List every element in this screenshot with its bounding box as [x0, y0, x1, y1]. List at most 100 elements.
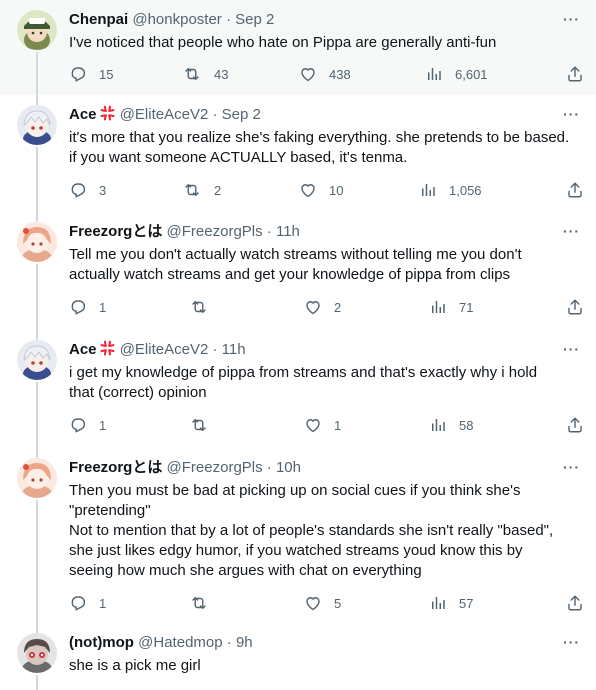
thread-connector-line: [36, 382, 38, 448]
thread-connector-line: [36, 264, 38, 330]
timestamp[interactable]: 9h: [236, 634, 253, 651]
like-button[interactable]: 2: [304, 297, 341, 317]
tweet[interactable]: Freezorgとは @FreezorgPls · 10h ··· Then y…: [0, 448, 596, 625]
like-count: 2: [334, 299, 342, 315]
like-button[interactable]: 10: [299, 180, 343, 200]
reply-button[interactable]: 1: [69, 415, 106, 435]
timestamp[interactable]: 10h: [276, 459, 301, 476]
views-button[interactable]: 1,056: [419, 180, 482, 200]
tweet[interactable]: Freezorgとは @FreezorgPls · 11h ··· Tell m…: [0, 212, 596, 330]
more-icon[interactable]: ···: [563, 107, 580, 121]
avatar[interactable]: [17, 340, 57, 380]
thread-connector-line: [36, 95, 38, 105]
like-icon: [301, 68, 315, 82]
timestamp[interactable]: 11h: [222, 341, 246, 358]
more-icon[interactable]: ···: [563, 342, 580, 356]
share-icon: [568, 182, 582, 198]
reply-button[interactable]: 15: [69, 64, 113, 84]
views-button[interactable]: 71: [429, 297, 473, 317]
display-name[interactable]: Ace: [69, 106, 97, 123]
like-icon: [306, 597, 320, 611]
separator-dot: ·: [212, 106, 218, 123]
reply-count: 1: [99, 595, 107, 611]
user-handle[interactable]: @Hatedmop: [138, 634, 222, 651]
like-icon: [306, 419, 320, 433]
more-icon[interactable]: ···: [563, 460, 580, 474]
tweet-header: Freezorgとは @FreezorgPls · 11h: [69, 222, 300, 242]
avatar[interactable]: [17, 222, 57, 262]
more-icon[interactable]: ···: [563, 224, 580, 238]
retweet-icon: [185, 184, 199, 196]
avatar[interactable]: [17, 10, 57, 50]
views-button[interactable]: 57: [429, 593, 473, 613]
reply-button[interactable]: 3: [69, 180, 106, 200]
user-handle[interactable]: @honkposter: [132, 11, 221, 28]
reply-count: 3: [99, 182, 107, 198]
reply-icon: [71, 300, 86, 315]
user-handle[interactable]: @FreezorgPls: [167, 459, 263, 476]
like-count: 438: [329, 66, 351, 82]
reply-icon: [71, 418, 86, 433]
retweet-button[interactable]: 43: [182, 64, 228, 84]
views-count: 57: [459, 595, 474, 611]
display-name[interactable]: Chenpai: [69, 11, 128, 28]
display-name[interactable]: Freezorgとは: [69, 459, 162, 476]
avatar[interactable]: [17, 105, 57, 145]
views-button[interactable]: 58: [429, 415, 473, 435]
thread-connector-line: [36, 625, 38, 633]
share-button[interactable]: [566, 593, 584, 613]
tweet[interactable]: (not)mop @Hatedmop · 9h ··· she is a pic…: [0, 625, 596, 690]
reply-button[interactable]: 1: [69, 297, 106, 317]
display-name[interactable]: Ace: [69, 341, 97, 358]
views-icon: [428, 68, 441, 80]
tweet-header: Ace @EliteAceV2 · Sep 2: [69, 105, 261, 125]
tweet[interactable]: Chenpai @honkposter · Sep 2 ··· I've not…: [0, 0, 596, 95]
share-button[interactable]: [566, 415, 584, 435]
thread-connector-line: [36, 212, 38, 222]
share-button[interactable]: [566, 180, 584, 200]
retweet-button[interactable]: [189, 415, 209, 435]
views-icon: [432, 597, 445, 609]
reply-count: 15: [99, 66, 114, 82]
anger-emoji-icon: [100, 340, 115, 356]
tweet[interactable]: Ace @EliteAceV2 · 11h ··· i get my knowl…: [0, 330, 596, 448]
user-handle[interactable]: @EliteAceV2: [120, 106, 209, 123]
user-handle[interactable]: @FreezorgPls: [167, 223, 263, 240]
tweet-actions: 1 1 58: [69, 415, 584, 435]
tweet-text: she is a pick me girl: [69, 657, 201, 674]
separator-dot: ·: [212, 341, 218, 358]
more-icon[interactable]: ···: [563, 12, 580, 26]
retweet-icon: [192, 301, 206, 313]
like-button[interactable]: 1: [304, 415, 341, 435]
display-name[interactable]: Freezorgとは: [69, 223, 162, 240]
like-count: 1: [334, 417, 342, 433]
timestamp[interactable]: 11h: [276, 223, 300, 240]
like-button[interactable]: 438: [299, 64, 351, 84]
timestamp[interactable]: Sep 2: [222, 106, 261, 123]
thread-connector-line: [36, 448, 38, 458]
retweet-button[interactable]: 2: [182, 180, 221, 200]
reply-button[interactable]: 1: [69, 593, 106, 613]
thread-connector-line: [36, 675, 38, 690]
more-icon[interactable]: ···: [563, 635, 580, 649]
tweet[interactable]: Ace @EliteAceV2 · Sep 2 ··· it's more th…: [0, 95, 596, 212]
views-button[interactable]: 6,601: [425, 64, 488, 84]
display-name[interactable]: (not)mop: [69, 634, 134, 651]
avatar[interactable]: [17, 458, 57, 498]
user-handle[interactable]: @EliteAceV2: [120, 341, 209, 358]
separator-dot: ·: [266, 223, 272, 240]
tweet-header: (not)mop @Hatedmop · 9h: [69, 633, 253, 653]
avatar[interactable]: [17, 633, 57, 673]
like-button[interactable]: 5: [304, 593, 341, 613]
retweet-button[interactable]: [189, 297, 209, 317]
views-count: 58: [459, 417, 474, 433]
share-button[interactable]: [566, 297, 584, 317]
like-icon: [301, 184, 315, 198]
separator-dot: ·: [266, 459, 272, 476]
tweet-actions: 15 43 438 6,601: [69, 64, 584, 84]
retweet-icon: [192, 419, 206, 431]
retweet-button[interactable]: [189, 593, 209, 613]
share-button[interactable]: [566, 64, 584, 84]
like-count: 5: [334, 595, 342, 611]
timestamp[interactable]: Sep 2: [235, 11, 274, 28]
